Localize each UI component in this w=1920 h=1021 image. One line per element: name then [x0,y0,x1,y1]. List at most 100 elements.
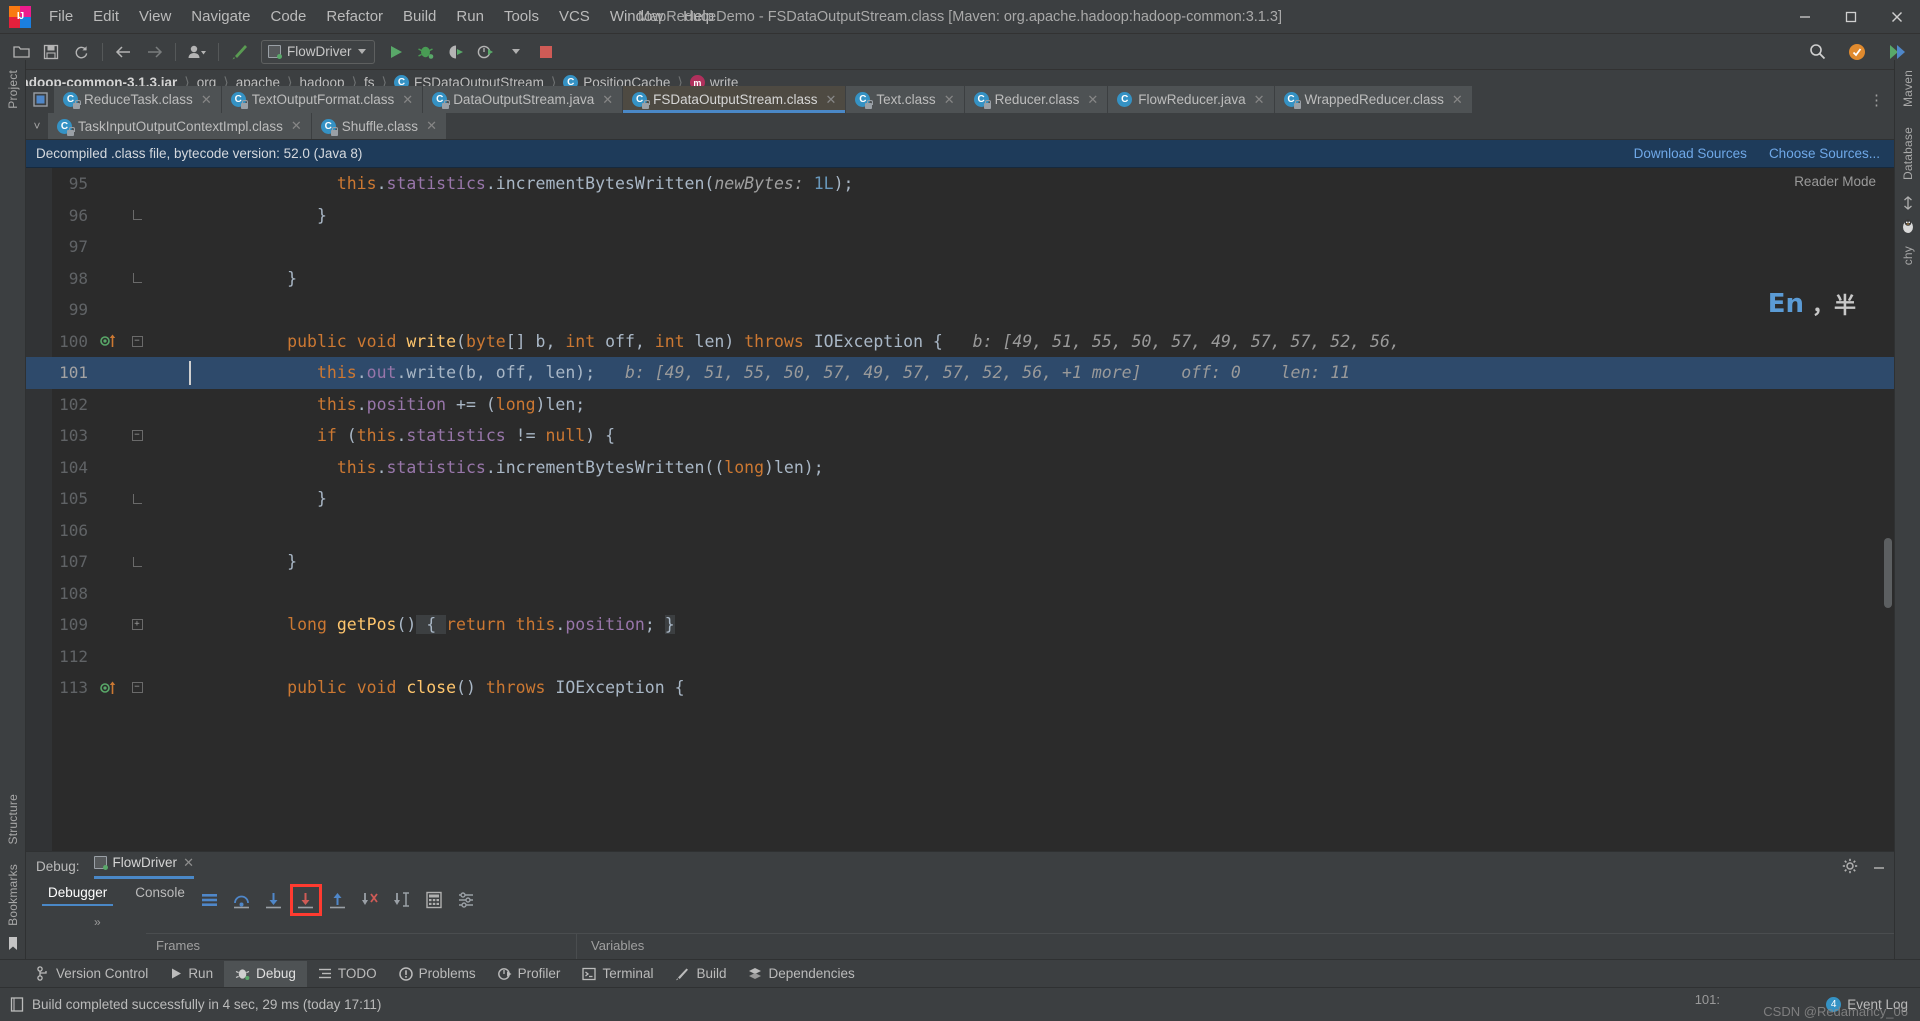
editor-tab-text[interactable]: C Text.class ✕ [846,86,965,113]
tool-window-problems[interactable]: Problems [388,961,487,987]
tool-stripe-maven[interactable]: Maven [1901,60,1915,117]
sync-icon[interactable] [68,39,94,65]
menu-item-run[interactable]: Run [446,4,494,29]
tool-window-build[interactable]: Build [664,961,737,987]
menu-item-refactor[interactable]: Refactor [316,4,393,29]
ime-stripe-icon[interactable] [1901,190,1915,216]
show-execution-point-icon[interactable] [199,889,221,911]
tab-close-icon[interactable]: ✕ [944,92,955,108]
tool-stripe-bookmarks[interactable]: Bookmarks [6,854,20,936]
debug-session-close-icon[interactable]: ✕ [183,855,194,871]
code-line[interactable]: 106 [26,515,1894,547]
code-editor[interactable]: Reader Mode En ，半 95 this.statistics.inc… [26,168,1894,959]
menu-item-tools[interactable]: Tools [494,4,549,29]
run-configuration-selector[interactable]: FlowDriver [261,39,375,64]
code-line[interactable]: 102 this.position += (long)len; [26,389,1894,421]
drop-frame-icon[interactable] [359,889,381,911]
profiler-icon[interactable] [473,39,499,65]
tabs-layout-icon[interactable] [26,86,54,113]
code-line[interactable]: 96 } [26,200,1894,232]
run-icon[interactable] [383,39,409,65]
editor-tab-shuffle[interactable]: C Shuffle.class ✕ [311,113,447,139]
code-line[interactable]: 103 − if (this.statistics != null) { [26,420,1894,452]
code-line[interactable]: 98 } [26,263,1894,295]
choose-sources-link[interactable]: Choose Sources... [1769,146,1880,161]
tab-close-icon[interactable]: ✕ [826,92,837,108]
code-line[interactable]: 108 [26,578,1894,610]
tool-stripe-structure[interactable]: Structure [6,784,20,855]
chevron-down-icon[interactable] [503,39,529,65]
code-line[interactable]: 112 [26,641,1894,673]
search-everywhere-icon[interactable] [1804,39,1830,65]
editor-vertical-scrollbar[interactable] [1884,538,1892,608]
back-icon[interactable] [111,39,137,65]
code-line[interactable]: 107 } [26,546,1894,578]
execution-point-icon[interactable] [98,333,120,349]
updates-icon[interactable] [1844,39,1870,65]
editor-tab-flowreducer[interactable]: C FlowReducer.java ✕ [1108,86,1275,113]
editor-tab-reducer[interactable]: C Reducer.class ✕ [964,86,1109,113]
editor-tab-dataoutputstream[interactable]: C DataOutputStream.java ✕ [423,86,624,113]
tab-close-icon[interactable]: ✕ [1452,92,1463,108]
tab-close-icon[interactable]: ✕ [1087,92,1098,108]
code-fold-handle[interactable]: − [120,430,154,442]
menu-item-code[interactable]: Code [260,4,316,29]
tool-window-todo[interactable]: TODO [307,961,388,987]
menu-item-file[interactable]: File [39,4,83,29]
gear-icon[interactable] [1842,858,1858,874]
code-line[interactable]: 99 [26,294,1894,326]
build-hammer-icon[interactable] [227,39,253,65]
debug-expand-icon[interactable]: » [94,915,101,929]
tool-stripe-chy[interactable]: chy [1901,236,1915,275]
tool-window-debug[interactable]: Debug [224,960,307,987]
profile-icon[interactable] [184,39,210,65]
tool-window-dependencies[interactable]: Dependencies [737,961,865,987]
code-line[interactable]: 104 this.statistics.incrementBytesWritte… [26,452,1894,484]
minimize-icon[interactable] [1872,859,1886,873]
ime-penguin-icon[interactable] [1900,216,1916,236]
editor-tab-reducetask[interactable]: C ReduceTask.class ✕ [54,86,222,113]
step-over-icon[interactable] [231,889,253,911]
tab-close-icon[interactable]: ✕ [602,92,613,108]
execution-point-icon[interactable] [98,680,120,696]
tabs-overflow-icon[interactable]: ⋮ [1859,86,1894,113]
code-fold-handle[interactable]: − [120,682,154,694]
code-line[interactable]: 105 } [26,483,1894,515]
code-fold-handle[interactable] [120,210,154,221]
stop-icon[interactable] [533,39,559,65]
save-all-icon[interactable] [38,39,64,65]
tab-close-icon[interactable]: ✕ [426,118,437,134]
menu-item-edit[interactable]: Edit [83,4,129,29]
code-line[interactable]: 109 + long getPos() { return this.positio… [26,609,1894,641]
debug-subtab-console[interactable]: Console [121,880,199,908]
tab-close-icon[interactable]: ✕ [201,92,212,108]
code-line[interactable]: 97 [26,231,1894,263]
download-sources-link[interactable]: Download Sources [1634,146,1747,161]
menu-item-navigate[interactable]: Navigate [181,4,260,29]
close-button[interactable] [1874,0,1920,34]
debug-subtab-debugger[interactable]: Debugger [34,880,121,908]
code-line[interactable]: 100 − public void write(byte[] b, int off… [26,326,1894,358]
code-line[interactable]: 113 − public void close() throws IOExcept… [26,672,1894,704]
debug-session-tab[interactable]: FlowDriver ✕ [93,853,194,879]
tab-close-icon[interactable]: ✕ [1254,92,1265,108]
editor-tab-fsdataoutputstream[interactable]: C FSDataOutputStream.class ✕ [623,86,847,113]
tab-close-icon[interactable]: ✕ [402,92,413,108]
code-fold-handle[interactable] [120,493,154,504]
step-into-icon[interactable] [263,889,285,911]
tool-window-version-control[interactable]: Version Control [26,961,159,987]
code-fold-handle[interactable]: − [120,335,154,347]
tool-stripe-database[interactable]: Database [1901,117,1915,190]
minimize-button[interactable] [1782,0,1828,34]
tool-window-profiler[interactable]: Profiler [487,961,572,987]
menu-item-window[interactable]: Window [600,4,673,29]
menu-item-build[interactable]: Build [393,4,446,29]
chevron-down-icon[interactable]: ˅ [26,113,48,139]
tool-window-terminal[interactable]: Terminal [571,961,664,987]
forward-icon[interactable] [141,39,167,65]
run-coverage-icon[interactable] [443,39,469,65]
bookmark-icon[interactable] [7,936,19,959]
code-fold-handle[interactable]: + [120,619,154,631]
editor-tab-textoutputformat[interactable]: C TextOutputFormat.class ✕ [221,86,424,113]
run-to-cursor-icon[interactable] [391,889,413,911]
